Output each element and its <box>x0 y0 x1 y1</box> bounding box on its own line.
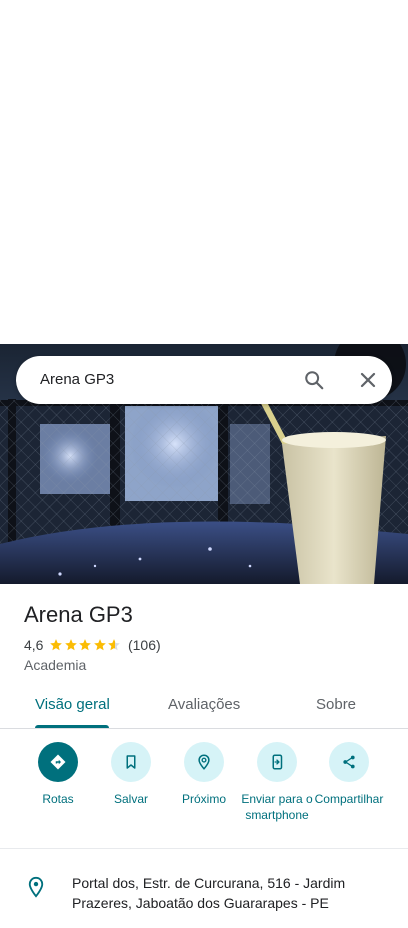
active-tab-indicator <box>35 725 109 728</box>
send-to-phone-button[interactable]: Enviar para o smartphone <box>237 742 317 823</box>
nearby-icon <box>184 742 224 782</box>
star-rating <box>49 638 122 652</box>
place-title: Arena GP3 <box>24 602 133 627</box>
search-bar[interactable]: Arena GP3 <box>16 356 392 404</box>
address-text: Portal dos, Estr. de Curcurana, 516 - Ja… <box>72 875 346 911</box>
share-icon <box>329 742 369 782</box>
map-area[interactable] <box>0 0 408 344</box>
tab-about[interactable]: Sobre <box>316 696 356 713</box>
directions-icon <box>38 742 78 782</box>
share-label: Compartilhar <box>314 792 384 806</box>
address-row[interactable]: Portal dos, Estr. de Curcurana, 516 - Ja… <box>0 850 408 928</box>
tab-overview[interactable]: Visão geral <box>35 696 110 713</box>
place-category[interactable]: Academia <box>24 657 86 673</box>
action-row: Rotas Salvar Próximo Enviar para o smart… <box>0 730 408 849</box>
rating-value: 4,6 <box>24 637 44 653</box>
location-pin-icon <box>28 876 44 898</box>
share-button[interactable]: Compartilhar <box>309 742 389 807</box>
directions-label: Rotas <box>42 792 74 806</box>
save-label: Salvar <box>113 792 148 806</box>
nearby-button[interactable]: Próximo <box>164 742 244 807</box>
search-input[interactable]: Arena GP3 <box>40 371 114 388</box>
close-icon[interactable] <box>356 368 380 392</box>
star-icon <box>108 639 121 651</box>
bookmark-icon <box>111 742 151 782</box>
nearby-label: Próximo <box>181 792 226 806</box>
search-icon[interactable] <box>303 369 325 391</box>
star-icon <box>50 639 63 651</box>
star-icon <box>94 639 106 651</box>
star-icon <box>79 639 92 651</box>
rating-row[interactable]: 4,6 (106) <box>24 636 161 654</box>
send-to-phone-label: Enviar para o smartphone <box>241 792 313 822</box>
directions-button[interactable]: Rotas <box>18 742 98 807</box>
save-button[interactable]: Salvar <box>91 742 171 807</box>
star-icon <box>65 639 77 651</box>
review-count[interactable]: (106) <box>128 637 161 653</box>
send-to-phone-icon <box>257 742 297 782</box>
tab-reviews[interactable]: Avaliações <box>168 696 240 713</box>
tab-bar: Visão geral Avaliações Sobre <box>0 688 408 729</box>
